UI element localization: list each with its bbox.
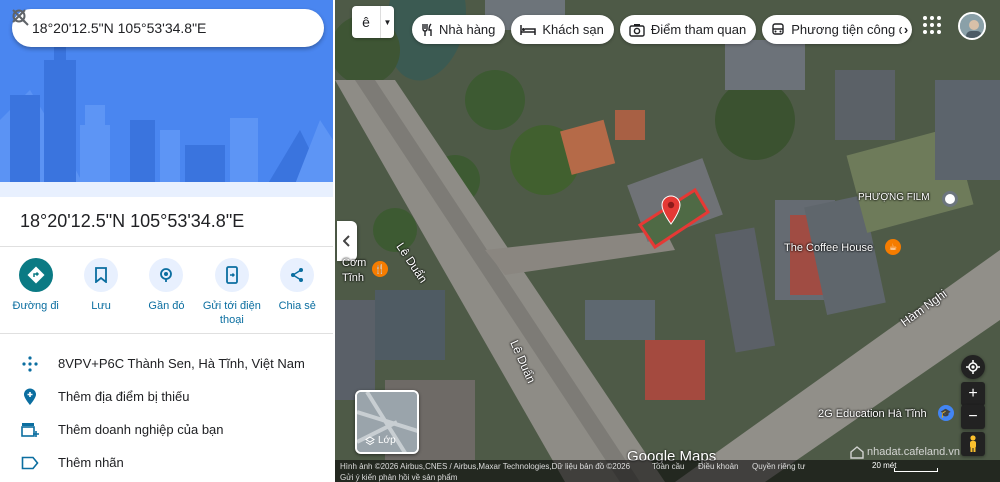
nearby-button[interactable]: Gần đó [136,258,196,327]
plus-code-text: 8VPV+P6C Thành Sen, Hà Tĩnh, Việt Nam [58,356,305,371]
chevron-down-icon: ▼ [380,6,394,38]
label-icon [0,456,58,470]
chevron-right-icon[interactable]: › [904,22,908,37]
hotel-icon [520,24,537,36]
plus-code-row[interactable]: 8VPV+P6C Thành Sen, Hà Tĩnh, Việt Nam [0,347,333,380]
scale-label: 20 mét [872,461,897,470]
chip-hotels-label: Khách sạn [542,22,604,37]
map-label-education: 2G Education Hà Tĩnh [818,408,927,420]
language-label: ê [362,14,370,30]
place-panel: 18°20'12.5"N 105°53'34.8"E 18°20'12.5"N … [0,0,333,482]
add-business-row[interactable]: Thêm doanh nghiệp của bạn [0,413,333,446]
add-place-text: Thêm địa điểm bị thiếu [58,389,190,404]
chip-transit-label: Phương tiện công cộng [791,22,902,37]
map-label-coffee-house: The Coffee House [784,242,874,254]
crosshair-icon [966,360,980,374]
nearby-label: Gần đó [148,300,185,312]
page-title: 18°20'12.5"N 105°53'34.8"E [20,211,245,231]
watermark-text: nhadat.cafeland.vn [867,446,960,458]
chip-attractions-label: Điểm tham quan [650,22,747,37]
layers-icon [365,435,375,445]
school-icon[interactable]: 🎓 [938,405,954,421]
language-selector[interactable]: ê ▼ [352,6,394,38]
nearby-icon [149,258,184,292]
layers-label-wrap: Lớp [365,435,396,446]
scale-bar [894,468,938,472]
map-label-tinh: Tĩnh [342,272,365,284]
map-label-phuong-film: PHƯỢNG FILM [858,192,930,203]
imagery-attribution: Hình ảnh ©2026 Airbus,CNES / Airbus,Maxa… [340,462,631,471]
directions-button[interactable]: Đường đi [6,258,66,327]
action-row: Đường đi Lưu Gần đó Gửi tới điện thoại C… [0,258,333,327]
save-label: Lưu [91,300,111,312]
restaurant-marker-icon[interactable]: 🍴 [372,261,388,277]
zoom-out-button[interactable]: − [961,405,985,429]
terms-link[interactable]: Điều khoản [698,462,738,471]
location-pin-icon [661,195,681,225]
chip-transit[interactable]: Phương tiện công cộng › [762,15,913,44]
apps-grid-icon[interactable] [922,15,942,35]
layers-label: Lớp [378,435,396,446]
camera-icon [629,23,645,37]
close-icon[interactable] [12,9,324,47]
collapse-panel-button[interactable] [337,221,357,261]
layers-button[interactable]: Lớp [355,390,419,454]
share-label: Chia sẻ [278,300,316,312]
add-label-row[interactable]: Thêm nhãn [0,446,333,479]
add-business-icon [0,422,58,438]
directions-label: Đường đi [12,300,59,312]
search-input[interactable]: 18°20'12.5"N 105°53'34.8"E [32,20,240,36]
chevron-left-icon [343,235,350,247]
chip-restaurants-label: Nhà hàng [439,22,496,37]
zoom-in-button[interactable]: + [961,382,985,406]
cafe-icon[interactable]: ☕ [885,239,901,255]
house-icon [850,446,864,459]
avatar[interactable] [958,12,986,40]
chip-hotels[interactable]: Khách sạn [511,15,614,44]
restaurant-icon [421,23,433,37]
feedback-link[interactable]: Gửi ý kiến phản hồi về sản phẩm [340,473,457,482]
chip-attractions[interactable]: Điểm tham quan [619,15,757,44]
watermark: nhadat.cafeland.vn [850,442,970,462]
add-business-text: Thêm doanh nghiệp của bạn [58,422,224,437]
privacy-link[interactable]: Quyền riêng tư [752,462,805,471]
search-icon[interactable] [12,9,282,47]
chip-restaurants[interactable]: Nhà hàng [412,15,506,44]
my-location-button[interactable] [961,355,985,379]
search-box[interactable]: 18°20'12.5"N 105°53'34.8"E [12,9,324,47]
add-place-icon [0,388,58,406]
bookmark-icon [84,258,119,292]
send-to-phone-label: Gửi tới điện thoại [202,300,261,326]
global-link[interactable]: Toàn cầu [652,462,684,471]
divider [0,333,333,334]
send-to-phone-button[interactable]: Gửi tới điện thoại [202,258,262,327]
transit-icon [771,22,785,37]
plus-code-icon [0,355,58,372]
category-chips: Nhà hàng Khách sạn Điểm tham quan Phương… [412,15,913,44]
directions-icon [18,258,53,292]
map-label-com: Cơm [342,257,367,269]
share-button[interactable]: Chia sẻ [267,258,327,327]
hero-illustration: 18°20'12.5"N 105°53'34.8"E [0,0,333,197]
poi-marker-icon[interactable] [942,191,958,207]
save-button[interactable]: Lưu [71,258,131,327]
add-label-text: Thêm nhãn [58,455,124,470]
add-place-row[interactable]: Thêm địa điểm bị thiếu [0,380,333,413]
send-to-phone-icon [214,258,249,292]
share-icon [280,258,315,292]
divider [0,246,333,247]
